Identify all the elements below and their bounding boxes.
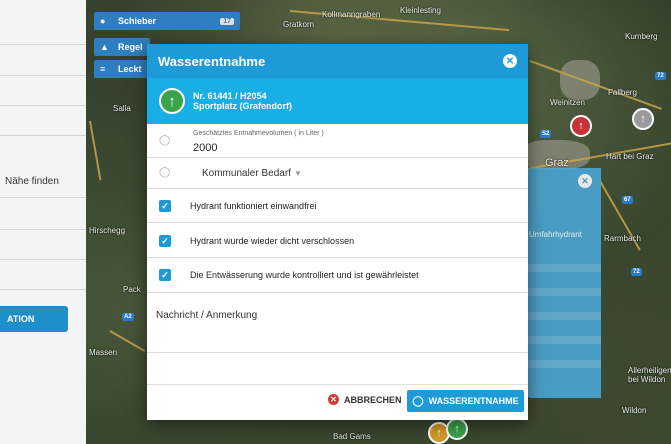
map-label: Kumberg (625, 32, 658, 41)
map-label: Fallberg (608, 88, 637, 97)
sidebar-field[interactable] (0, 75, 86, 106)
layer-chip-leckt[interactable]: ≡ Leckt (94, 60, 150, 78)
check-label: Hydrant funktioniert einwandfrei (190, 201, 317, 211)
layer-chip-regel[interactable]: ▲ Regel (94, 38, 150, 56)
map-label: Salla (113, 104, 131, 113)
check-label: Hydrant wurde wieder dicht verschlossen (190, 236, 355, 246)
check-label: Die Entwässerung wurde kontrolliert und … (190, 270, 419, 280)
dialog-header: Wasserentnahme ✕ (147, 44, 528, 78)
layer-count-badge: 17 (220, 17, 234, 25)
panel-title: Umfahrhydrant (529, 230, 582, 239)
map-label: Gratkorn (283, 20, 315, 29)
close-icon[interactable]: ✕ (503, 54, 517, 68)
checkbox-checked[interactable]: ✓ (159, 269, 171, 281)
bedarf-value: Kommunaler Bedarf (202, 168, 291, 179)
hydrant-marker[interactable]: ↑ (570, 115, 592, 137)
map-label: Wildon (622, 406, 647, 415)
cancel-label: ABBRECHEN (344, 394, 402, 405)
map-label: Allerheiligen bei Wildon (628, 366, 671, 384)
map-label: Massen (89, 348, 118, 357)
arrow-up-icon: ↑ (454, 423, 460, 435)
arrow-up-icon: ↑ (436, 427, 442, 439)
close-icon: ✕ (328, 394, 339, 405)
map-label: Weinitzen (550, 98, 585, 107)
map-label: Hart bei Graz (606, 152, 654, 161)
sidebar-field[interactable] (0, 105, 86, 136)
wasserentnahme-submit-button[interactable]: ◯ WASSERENTNAHME (407, 390, 524, 412)
arrow-up-icon: ↑ (640, 113, 646, 125)
map-label: Pack (123, 285, 141, 294)
location-button[interactable]: ATION (0, 306, 68, 332)
help-icon: ◯ (159, 167, 171, 178)
drop-icon: ● (100, 16, 106, 26)
checkbox-checked[interactable]: ✓ (159, 200, 171, 212)
submit-label: WASSERENTNAHME (428, 396, 519, 406)
checkbox-checked[interactable]: ✓ (159, 235, 171, 247)
layer-chip-label: Regel (118, 42, 143, 52)
hydrant-arrow-icon: ↑ (159, 88, 185, 114)
close-icon[interactable]: ✕ (578, 174, 592, 188)
sidebar-field[interactable] (0, 197, 86, 230)
sidebar-field[interactable] (0, 135, 86, 198)
drop-icon: ◯ (159, 135, 171, 146)
hydrant-type-panel: ✕ Umfahrhydrant (527, 168, 601, 398)
hydrant-number: Nr. 61441 / H2054 (193, 91, 267, 101)
layer-chip-label: Schieber (118, 16, 157, 26)
bedarf-row: ◯ Kommunaler Bedarf ▼ (147, 158, 528, 189)
arrow-up-icon: ↑ (578, 120, 584, 132)
regulator-icon: ▲ (100, 42, 109, 52)
drop-icon: ◯ (412, 395, 424, 407)
map-label: Kleinlesting (400, 6, 441, 15)
check-row: ✓ Die Entwässerung wurde kontrolliert un… (147, 258, 528, 293)
layer-chip-schieber[interactable]: ● Schieber 17 (94, 12, 240, 30)
bedarf-select[interactable]: Kommunaler Bedarf ▼ (202, 168, 302, 179)
dialog-footer: ✕ ABBRECHEN ◯ WASSERENTNAHME (147, 384, 528, 421)
wasserentnahme-dialog: Wasserentnahme ✕ ↑ Nr. 61441 / H2054 Spo… (147, 44, 528, 420)
cancel-button[interactable]: ✕ ABBRECHEN (328, 394, 402, 405)
layer-chip-label: Leckt (118, 64, 142, 74)
map-label: Kollmanngraben (322, 10, 381, 19)
left-sidebar: Nähe finden ATION (0, 0, 86, 444)
nearby-find-label[interactable]: Nähe finden (5, 176, 59, 187)
hydrant-marker[interactable]: ↑ (632, 108, 654, 130)
leak-icon: ≡ (100, 64, 106, 74)
map-label: Rarmbach (604, 234, 641, 243)
hydrant-marker[interactable]: ↑ (446, 418, 468, 440)
chevron-down-icon: ▼ (293, 169, 302, 178)
volume-input[interactable]: 2000 (193, 142, 217, 154)
map-label: Bad Gams (333, 432, 371, 441)
volume-label: Geschätztes Entnahmevolumen ( in Liter ) (193, 130, 324, 137)
sidebar-field[interactable] (0, 229, 86, 260)
dialog-title: Wasserentnahme (158, 53, 266, 69)
note-label: Nachricht / Anmerkung (156, 310, 258, 321)
hydrant-info-bar: ↑ Nr. 61441 / H2054 Sportplatz (Grafendo… (147, 78, 528, 124)
sidebar-field[interactable] (0, 259, 86, 290)
map-label: Hirschegg (89, 226, 126, 235)
volume-field[interactable]: ◯ Geschätztes Entnahmevolumen ( in Liter… (147, 124, 528, 158)
check-row: ✓ Hydrant funktioniert einwandfrei (147, 189, 528, 223)
sidebar-field[interactable] (0, 0, 86, 45)
check-row: ✓ Hydrant wurde wieder dicht verschlosse… (147, 223, 528, 258)
hydrant-location: Sportplatz (Grafendorf) (193, 101, 292, 111)
sidebar-field[interactable] (0, 44, 86, 76)
